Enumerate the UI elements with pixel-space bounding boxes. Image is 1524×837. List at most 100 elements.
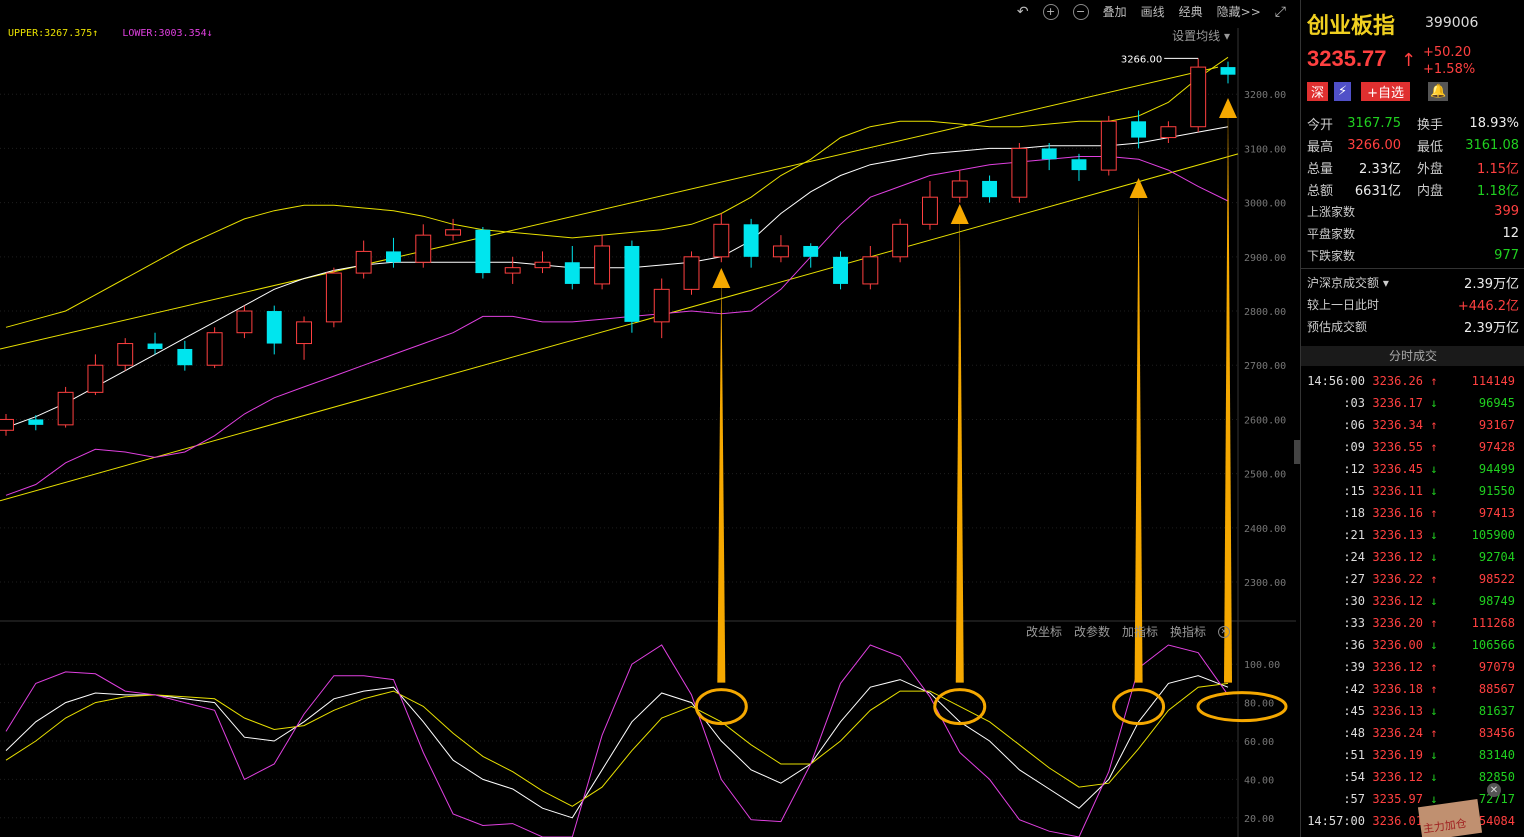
- tick-list[interactable]: 14:56:00 3236.26 ↑ 114149:03 3236.17 ↓ 96945:0…: [1301, 370, 1524, 832]
- bell-icon[interactable]: 🔔: [1428, 82, 1449, 101]
- stats-row: 总额 6631亿 内盘 1.18亿: [1301, 178, 1524, 200]
- classic-button[interactable]: 经典: [1179, 3, 1203, 20]
- tick-row: :21 3236.13 ↓ 105900: [1301, 524, 1524, 546]
- tick-time: :27: [1343, 572, 1365, 586]
- tick-row: :30 3236.12 ↓ 98749: [1301, 590, 1524, 612]
- tick-price: 3236.24: [1372, 726, 1423, 740]
- flat-count-label: 平盘家数: [1307, 226, 1356, 241]
- change-params-button[interactable]: 改参数: [1074, 623, 1110, 640]
- y-tick-label: 3000.00: [1244, 199, 1286, 210]
- tick-price: 3236.20: [1372, 616, 1423, 630]
- tick-time: :09: [1343, 440, 1365, 454]
- y-tick-label: 3100.00: [1244, 144, 1286, 155]
- tick-time: 14:57:00: [1307, 814, 1365, 828]
- fullscreen-icon[interactable]: ⤢: [1275, 4, 1286, 20]
- candle-body: [28, 419, 44, 425]
- undo-icon[interactable]: ↶: [1017, 4, 1029, 20]
- tick-time: :36: [1343, 638, 1365, 652]
- tick-price: 3236.12: [1372, 770, 1423, 784]
- ma-setting-button[interactable]: 设置均线 ▾: [1172, 27, 1230, 44]
- close-indicator-icon[interactable]: ✕: [1218, 625, 1230, 638]
- y-tick-label: 2300.00: [1244, 578, 1286, 589]
- low-value: 3161.08: [1465, 137, 1519, 153]
- indicator-tick-label: 60.00: [1244, 737, 1274, 748]
- candle-body: [206, 332, 223, 366]
- tick-price: 3236.12: [1372, 660, 1423, 674]
- tick-price: 3235.97: [1372, 792, 1423, 806]
- tick-volume: 106566: [1471, 638, 1515, 652]
- outer-value: 1.15亿: [1477, 161, 1519, 177]
- stats-row[interactable]: 沪深京成交额 ▾ 2.39万亿: [1301, 271, 1524, 293]
- tick-price: 3236.45: [1372, 462, 1423, 476]
- tick-direction: ↓: [1430, 594, 1438, 608]
- candle-body: [653, 288, 670, 323]
- tick-row: :18 3236.16 ↑ 97413: [1301, 502, 1524, 524]
- switch-indicator-button[interactable]: 换指标: [1170, 623, 1206, 640]
- stats-row: 上涨家数 399: [1301, 200, 1524, 222]
- candle-body: [594, 245, 611, 285]
- tick-time: :12: [1343, 462, 1365, 476]
- stats-row: 预估成交额 2.39万亿: [1301, 315, 1524, 337]
- tick-volume: 93167: [1478, 418, 1515, 432]
- kline-chart[interactable]: 3200.00 3100.00 3000.00 2900.00 2800.00 2700.…: [0, 0, 1296, 837]
- tick-volume: 97413: [1478, 506, 1515, 520]
- overlay-button[interactable]: 叠加: [1103, 3, 1127, 20]
- divider: [1301, 268, 1524, 269]
- candle-body: [445, 229, 462, 236]
- zoom-in-icon[interactable]: +: [1042, 3, 1059, 20]
- stats-row: 平盘家数 12: [1301, 222, 1524, 244]
- annotation-arrowhead: [1219, 98, 1237, 118]
- tick-direction: ↓: [1430, 748, 1438, 762]
- tick-direction: ↑: [1430, 660, 1438, 674]
- annotation-arrow: [1134, 180, 1143, 683]
- y-tick-label: 2500.00: [1244, 470, 1286, 481]
- estimate-label: 预估成交额: [1307, 319, 1368, 334]
- draw-line-button[interactable]: 画线: [1141, 3, 1165, 20]
- tick-row: :51 3236.19 ↓ 83140: [1301, 744, 1524, 766]
- band-upper-line: [5, 56, 1229, 328]
- tick-volume: 96945: [1478, 396, 1515, 410]
- tick-time: :57: [1343, 792, 1365, 806]
- market-amount-label[interactable]: 沪深京成交额 ▾: [1307, 274, 1464, 291]
- high-price-marker: 3266.00: [1121, 54, 1162, 65]
- tick-price: 3236.34: [1372, 418, 1423, 432]
- band-lower-line: [5, 156, 1229, 496]
- tick-time: :54: [1343, 770, 1365, 784]
- add-watchlist-button[interactable]: +自选: [1361, 82, 1411, 101]
- volume-label: 总量: [1307, 161, 1334, 177]
- y-tick-label: 2400.00: [1244, 524, 1286, 535]
- tick-row: :48 3236.24 ↑ 83456: [1301, 722, 1524, 744]
- candle-body: [982, 180, 998, 198]
- tick-header[interactable]: 分时成交: [1301, 346, 1524, 366]
- inner-value: 1.18亿: [1477, 183, 1519, 199]
- up-count-value: 399: [1494, 203, 1519, 219]
- tick-row: :27 3236.22 ↑ 98522: [1301, 568, 1524, 590]
- tick-price: 3236.13: [1372, 704, 1423, 718]
- indicator-tick-label: 40.00: [1244, 775, 1274, 786]
- flash-icon[interactable]: ⚡: [1334, 82, 1352, 101]
- candle-body: [1071, 159, 1087, 171]
- candle-body: [325, 272, 342, 323]
- amount-label: 总额: [1307, 183, 1334, 199]
- candle-body: [117, 343, 134, 366]
- indicator-tick-label: 80.00: [1244, 699, 1274, 710]
- indicator-d-line: [5, 682, 1229, 807]
- market-amount-text: 沪深京成交额: [1307, 275, 1380, 290]
- band-legend: UPPER:3267.375↑ LOWER:3003.354↓: [8, 28, 213, 39]
- candle-body: [504, 267, 521, 274]
- close-promo-icon[interactable]: ✕: [1487, 783, 1501, 797]
- tick-price: 3236.55: [1372, 440, 1423, 454]
- tick-volume: 114149: [1471, 374, 1515, 388]
- zoom-out-icon[interactable]: −: [1072, 3, 1089, 20]
- add-indicator-button[interactable]: 加指标: [1122, 623, 1158, 640]
- tick-time: :06: [1343, 418, 1365, 432]
- tick-direction: ↑: [1430, 572, 1438, 586]
- tick-row: :15 3236.11 ↓ 91550: [1301, 480, 1524, 502]
- tick-price: 3236.17: [1372, 396, 1423, 410]
- tick-direction: ↓: [1430, 484, 1438, 498]
- kline-chart-area[interactable]: 3200.00 3100.00 3000.00 2900.00 2800.00 2700.…: [0, 0, 1296, 837]
- tick-time: :24: [1343, 550, 1365, 564]
- hide-button[interactable]: 隐藏>>: [1217, 3, 1261, 20]
- change-axis-button[interactable]: 改坐标: [1026, 623, 1062, 640]
- ma-setting-label: 设置均线: [1172, 29, 1221, 43]
